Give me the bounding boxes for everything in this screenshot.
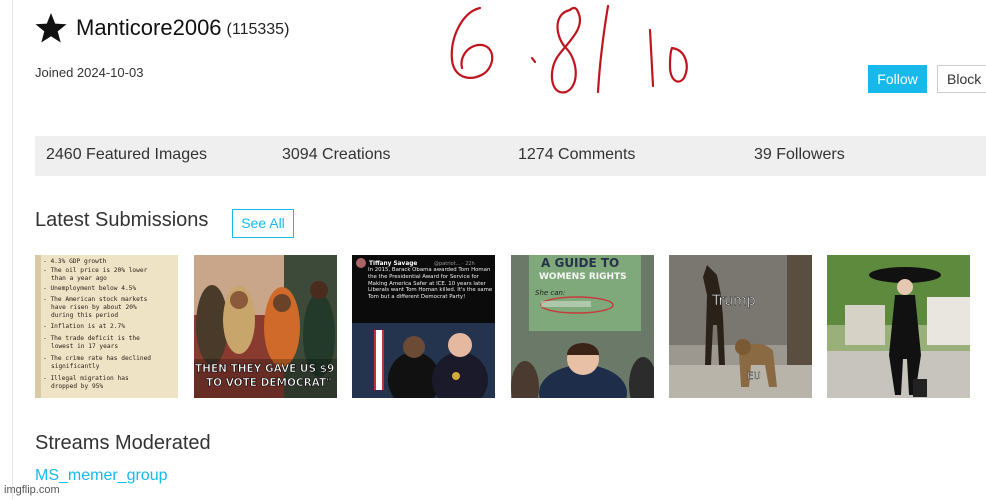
see-all-button[interactable]: See All [232, 209, 294, 238]
latest-submissions-title: Latest Submissions [35, 209, 209, 231]
username: Manticore2006 [76, 15, 222, 40]
streams-moderated-title: Streams Moderated [35, 432, 211, 454]
stat-followers[interactable]: 39 Followers [754, 136, 845, 174]
list-line: - Unemployment below 4.5% [43, 285, 136, 292]
list-line: - Illegal migration has [43, 375, 129, 382]
meme-caption-line: TO VOTE DEMOCRAT" [206, 377, 332, 389]
follow-button[interactable]: Follow [868, 65, 927, 93]
submission-thumbnail-4[interactable]: A GUIDE TO WOMENS RIGHTS She can: [511, 255, 654, 398]
joined-date: Joined 2024-10-03 [35, 65, 144, 80]
list-line: - The American stock markets [43, 296, 148, 303]
list-line: - Inflation is at 2.7% [43, 323, 125, 330]
submission-thumbnail-5[interactable]: Trump EU [669, 255, 812, 398]
block-button[interactable]: Block [937, 65, 986, 93]
list-line: - The trade deficit is the [43, 335, 140, 342]
submission-thumbnail-6[interactable] [827, 255, 970, 398]
stream-link[interactable]: MS_memer_group [35, 467, 168, 485]
sign-text-she-can: She can: [535, 289, 565, 297]
meme-caption-line: THEN THEY GAVE US $9 BI [195, 363, 337, 375]
list-line: - 4.3% GDP growth [43, 258, 107, 265]
list-line: during this period [51, 312, 118, 319]
list-line: dropped by 95% [51, 383, 103, 390]
list-line: - The crime rate has declined [43, 355, 151, 362]
stat-featured-images[interactable]: 2460 Featured Images [46, 136, 207, 174]
meme-label-bottom: EU [747, 371, 761, 382]
list-line: have risen by about 20% [51, 304, 137, 311]
meme-label-top: Trump [711, 293, 756, 309]
profile-header: Manticore2006 (115335) [35, 12, 289, 44]
submission-thumbnail-3[interactable]: Tiffany Savage @patriot... · 22h In 2015… [352, 255, 495, 398]
list-line: lowest in 17 years [51, 343, 118, 350]
tweet-text: In 2015, Barack Obama awarded Tom Homan … [368, 267, 493, 301]
sign-text-top: A GUIDE TO [541, 256, 619, 270]
stat-comments[interactable]: 1274 Comments [518, 136, 635, 174]
submission-thumbnail-2[interactable]: THEN THEY GAVE US $9 BI TO VOTE DEMOCRAT… [194, 255, 337, 398]
list-line: significantly [51, 363, 100, 370]
handwritten-annotation [450, 4, 688, 94]
left-border [12, 0, 13, 500]
sign-text-mid: WOMENS RIGHTS [539, 272, 627, 282]
star-icon [35, 13, 67, 43]
stats-bar: 2460 Featured Images 3094 Creations 1274… [35, 136, 986, 176]
user-points: (115335) [226, 20, 290, 38]
list-line: - The oil price is 20% lower [43, 267, 148, 274]
stat-creations[interactable]: 3094 Creations [282, 136, 391, 174]
list-line: than a year ago [51, 275, 107, 282]
imgflip-watermark: imgflip.com [4, 484, 60, 496]
submission-thumbnail-1[interactable]: - 4.3% GDP growth - The oil price is 20%… [35, 255, 178, 398]
